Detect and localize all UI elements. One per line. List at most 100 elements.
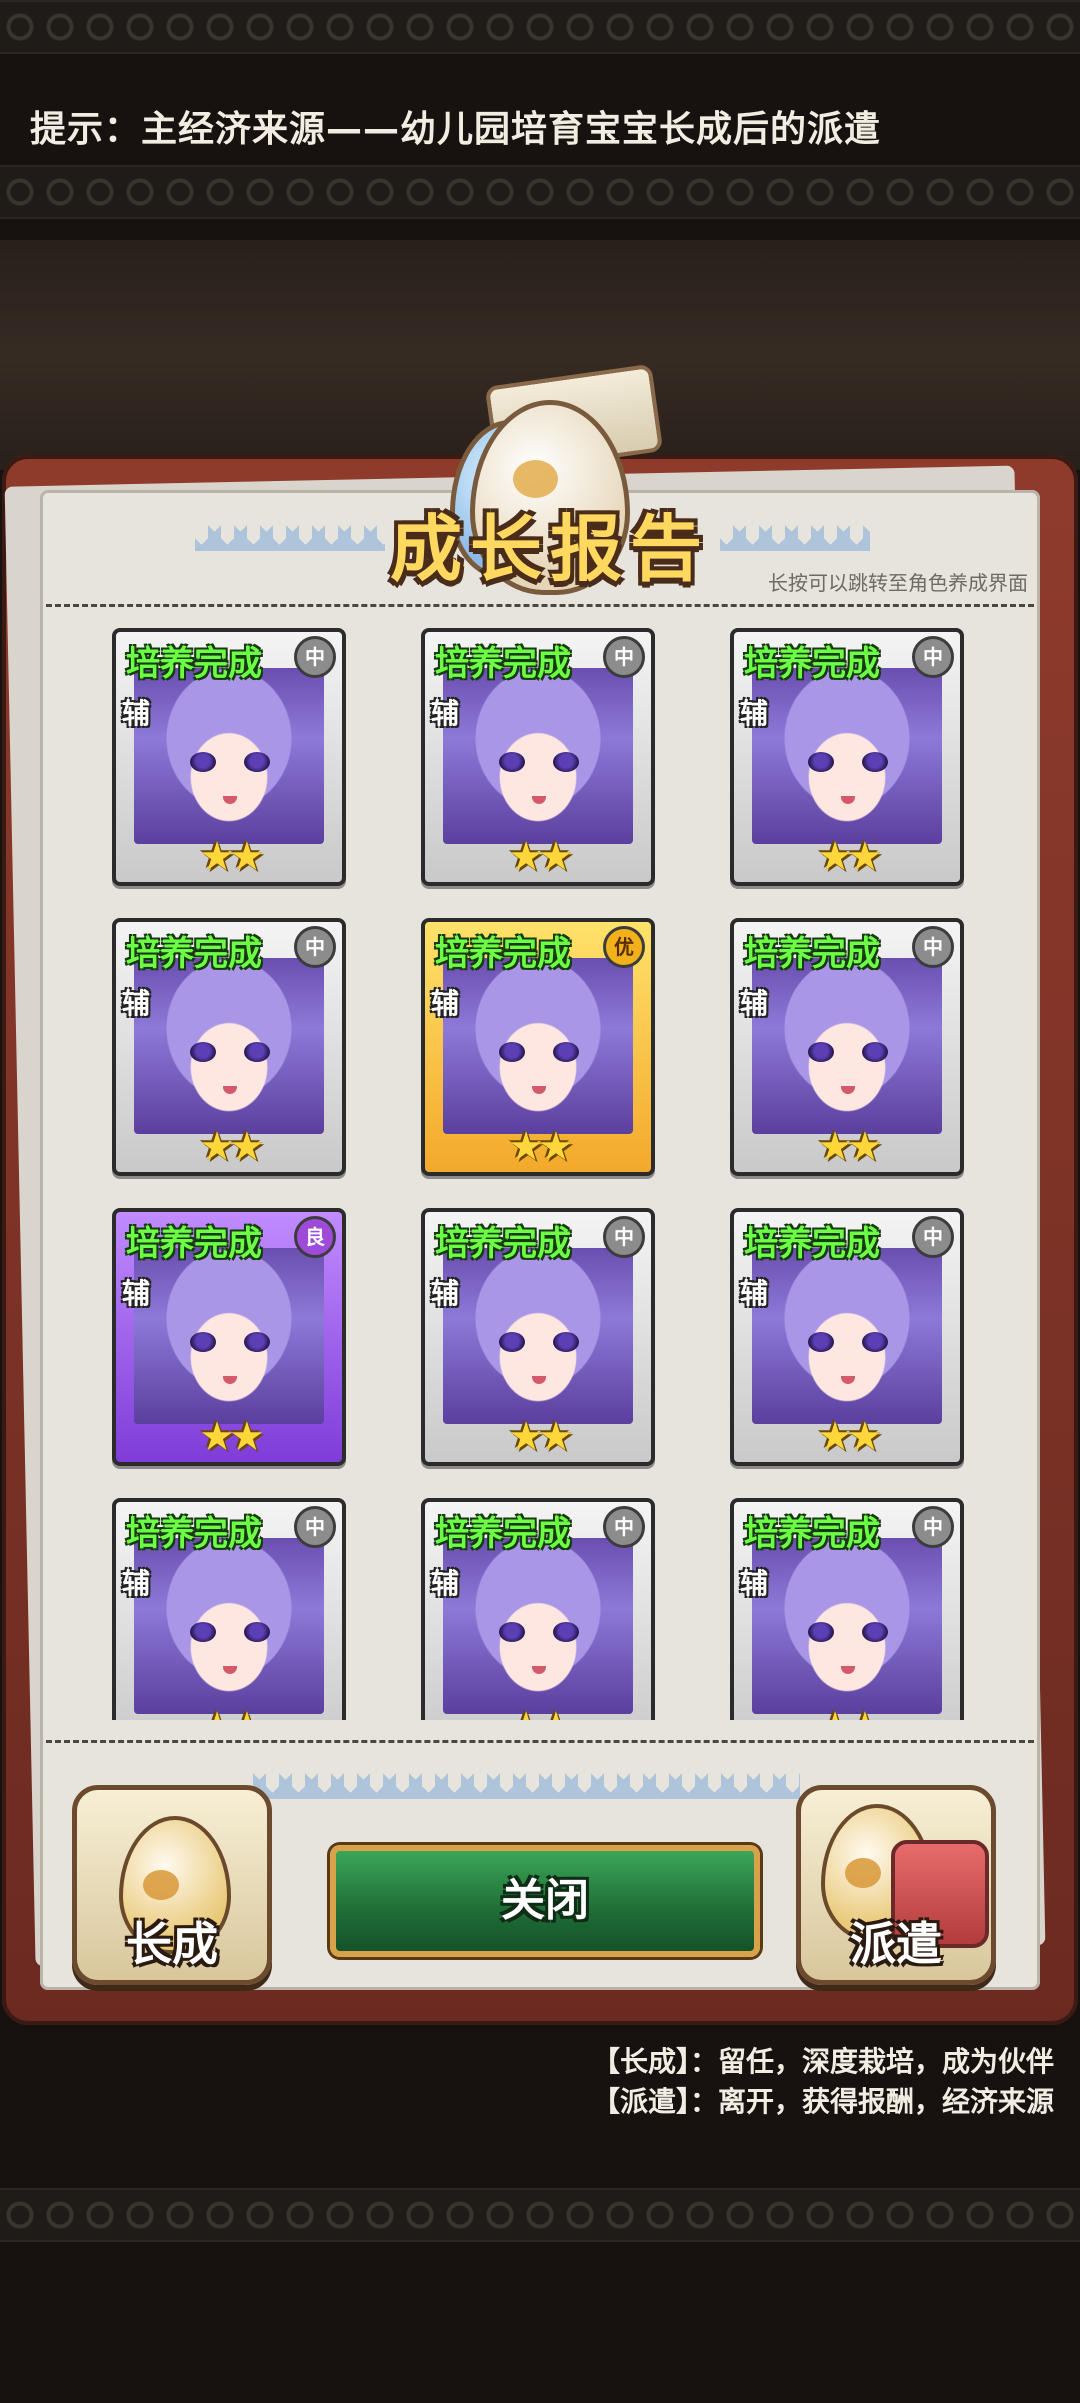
- portrait-eye: [244, 752, 270, 772]
- character-portrait: [752, 668, 942, 844]
- portrait-mouth: [841, 1086, 855, 1094]
- quality-badge: 优: [603, 926, 645, 968]
- bottom-decor-band: [0, 2188, 1080, 2242]
- role-label: 辅: [122, 697, 151, 730]
- legend-grow: 【长成】：留任，深度栽培，成为伙伴: [591, 2045, 1054, 2078]
- character-portrait: [752, 1248, 942, 1424]
- character-card[interactable]: 培养完成优辅 ★★: [421, 918, 655, 1176]
- character-portrait: [443, 958, 633, 1134]
- quality-badge: 中: [294, 636, 336, 678]
- portrait-eye: [862, 1042, 888, 1062]
- star-rating: ★★: [199, 834, 265, 880]
- portrait-mouth: [841, 1376, 855, 1384]
- character-card[interactable]: 培养完成中辅 ★★: [112, 628, 346, 886]
- portrait-eye: [808, 1042, 834, 1062]
- legend: 【长成】：留任，深度栽培，成为伙伴 【派遣】：离开，获得报酬，经济来源: [592, 2042, 1054, 2122]
- dispatch-button[interactable]: 派遣: [796, 1785, 996, 1985]
- character-card[interactable]: 培养完成中辅 ★★: [730, 628, 964, 886]
- character-card[interactable]: 培养完成中辅 ★★: [730, 1208, 964, 1466]
- quality-badge: 中: [603, 1506, 645, 1548]
- wave-decor-bottom: [240, 1773, 800, 1799]
- character-card[interactable]: 培养完成中辅 ★★: [112, 1498, 346, 1720]
- character-portrait: [134, 958, 324, 1134]
- portrait-eye: [808, 1622, 834, 1642]
- role-label: 辅: [740, 697, 769, 730]
- portrait-mouth: [841, 796, 855, 804]
- divider-bottom: [46, 1740, 1034, 1743]
- quality-badge: 中: [912, 1216, 954, 1258]
- wave-decor-right: [720, 525, 870, 551]
- portrait-eye: [190, 1332, 216, 1352]
- character-portrait: [134, 668, 324, 844]
- portrait-eye: [553, 1042, 579, 1062]
- card-status: 培养完成: [126, 644, 262, 684]
- portrait-mouth: [532, 1666, 546, 1674]
- portrait-mouth: [532, 796, 546, 804]
- quality-badge: 中: [294, 1506, 336, 1548]
- character-card[interactable]: 培养完成中辅 ★★: [421, 1498, 655, 1720]
- portrait-eye: [499, 1042, 525, 1062]
- role-label: 辅: [740, 1567, 769, 1600]
- quality-badge: 中: [603, 1216, 645, 1258]
- portrait-eye: [862, 1332, 888, 1352]
- report-title: 成长报告: [389, 507, 710, 591]
- card-status: 培养完成: [126, 934, 262, 974]
- role-label: 辅: [740, 987, 769, 1020]
- hint-text: 提示：主经济来源——幼儿园培育宝宝长成后的派遣: [30, 109, 882, 150]
- card-status: 培养完成: [435, 644, 571, 684]
- card-status: 培养完成: [744, 1514, 880, 1554]
- card-status: 培养完成: [435, 1224, 571, 1264]
- portrait-mouth: [532, 1086, 546, 1094]
- character-card[interactable]: 培养完成中辅 ★★: [112, 918, 346, 1176]
- grow-button[interactable]: 长成: [72, 1785, 272, 1985]
- character-card[interactable]: 培养完成中辅 ★★: [730, 918, 964, 1176]
- character-card[interactable]: 培养完成中辅 ★★: [421, 628, 655, 886]
- role-label: 辅: [122, 987, 151, 1020]
- close-button[interactable]: 关闭: [330, 1845, 760, 1957]
- portrait-eye: [808, 752, 834, 772]
- star-rating: ★★: [425, 1704, 651, 1720]
- card-grid[interactable]: 培养完成中辅 ★★ 培养完成中辅 ★★ 培养完成中辅 ★★ 培养完成中辅 ★★ 培养完成优辅 ★★…: [44, 606, 1036, 1720]
- star-rating: ★★: [508, 1414, 574, 1460]
- grow-button-label: 长成: [126, 1917, 218, 1971]
- quality-badge: 中: [912, 926, 954, 968]
- character-portrait: [134, 1248, 324, 1424]
- character-card[interactable]: 培养完成中辅 ★★: [421, 1208, 655, 1466]
- role-label: 辅: [431, 697, 460, 730]
- star-rating: ★★: [508, 1124, 574, 1170]
- character-portrait: [443, 668, 633, 844]
- portrait-eye: [244, 1622, 270, 1642]
- portrait-eye: [499, 752, 525, 772]
- portrait-mouth: [223, 1086, 237, 1094]
- portrait-eye: [553, 1622, 579, 1642]
- role-label: 辅: [740, 1277, 769, 1310]
- role-label: 辅: [431, 1277, 460, 1310]
- portrait-eye: [808, 1332, 834, 1352]
- portrait-eye: [862, 1622, 888, 1642]
- star-rating: ★★: [508, 834, 574, 880]
- portrait-eye: [190, 1042, 216, 1062]
- portrait-eye: [553, 752, 579, 772]
- portrait-mouth: [223, 1666, 237, 1674]
- character-card[interactable]: 培养完成良辅 ★★: [112, 1208, 346, 1466]
- top-decor-band-2: [0, 165, 1080, 219]
- star-rating: ★★: [199, 1414, 265, 1460]
- star-rating: ★★: [817, 1124, 883, 1170]
- character-card[interactable]: 培养完成中辅 ★★: [730, 1498, 964, 1720]
- quality-badge: 中: [603, 636, 645, 678]
- star-rating: ★★: [817, 834, 883, 880]
- quality-badge: 良: [294, 1216, 336, 1258]
- card-status: 培养完成: [744, 934, 880, 974]
- star-rating: ★★: [199, 1124, 265, 1170]
- portrait-eye: [244, 1332, 270, 1352]
- portrait-mouth: [532, 1376, 546, 1384]
- star-rating: ★★: [817, 1414, 883, 1460]
- character-portrait: [134, 1538, 324, 1714]
- card-status: 培养完成: [744, 1224, 880, 1264]
- quality-badge: 中: [912, 1506, 954, 1548]
- star-rating: ★★: [116, 1704, 342, 1720]
- portrait-mouth: [841, 1666, 855, 1674]
- top-decor-band-1: [0, 0, 1080, 54]
- card-status: 培养完成: [126, 1514, 262, 1554]
- portrait-eye: [244, 1042, 270, 1062]
